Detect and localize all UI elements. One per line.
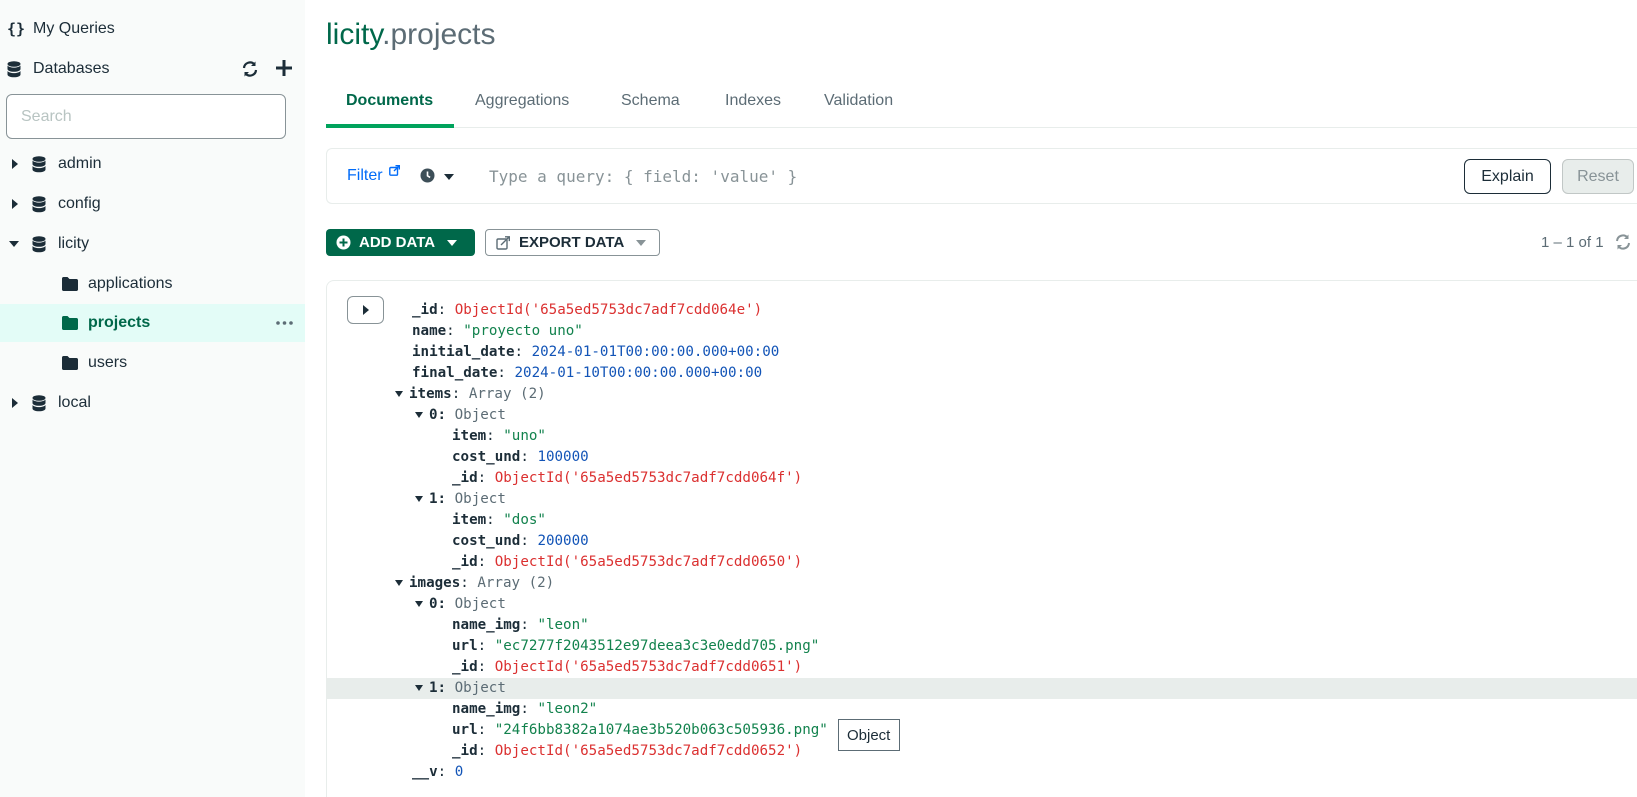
pagination-count: 1 – 1 of 1 [1541, 234, 1604, 251]
items-0-item: item: "uno" [452, 428, 546, 444]
sidebar-item-admin[interactable]: admin [0, 145, 305, 183]
items-1-id: _id: ObjectId('65a5ed5753dc7adf7cdd0650'… [452, 554, 803, 570]
images-0[interactable]: 0: Object [415, 594, 506, 615]
add-data-button[interactable]: ADD DATA [326, 229, 475, 256]
caret-right-icon[interactable] [12, 199, 18, 209]
field-images[interactable]: images: Array (2) [395, 573, 554, 594]
export-data-button[interactable]: EXPORT DATA [485, 229, 660, 256]
images-0-url: url: "ec7277f2043512e97deea3c3e0edd705.p… [452, 638, 820, 654]
caret-down-icon [395, 580, 403, 586]
items-0-cost: cost_und: 100000 [452, 449, 589, 465]
sidebar-my-queries[interactable]: {} My Queries [0, 10, 305, 48]
title-collection: projects [390, 18, 496, 51]
sidebar-databases[interactable]: Databases [0, 50, 305, 88]
plus-icon[interactable] [275, 59, 293, 77]
sidebar-item-users[interactable]: users [0, 344, 305, 382]
sidebar-item-projects[interactable]: projects [0, 304, 305, 342]
caret-down-icon [415, 412, 423, 418]
sidebar-item-local[interactable]: local [0, 384, 305, 422]
tab-indexes[interactable]: Indexes [725, 80, 781, 128]
sidebar-item-label: admin [58, 155, 102, 172]
images-1[interactable]: 1: Object [327, 678, 1637, 699]
caret-down-icon[interactable] [9, 241, 19, 247]
export-data-label: EXPORT DATA [519, 234, 625, 251]
sidebar-item-label: licity [58, 235, 90, 252]
filter-bar: Filter Explain Reset [326, 148, 1637, 204]
tab-bar: Documents Aggregations Schema Indexes Va… [326, 80, 1637, 128]
sidebar-item-config[interactable]: config [0, 185, 305, 223]
items-0[interactable]: 0: Object [415, 405, 506, 426]
braces-icon: {} [7, 20, 26, 38]
query-input[interactable] [489, 159, 1389, 193]
sidebar-item-label: projects [88, 314, 151, 331]
page-title: licity.projects [326, 18, 496, 52]
database-icon [32, 395, 46, 412]
type-tooltip: Object [838, 719, 900, 751]
database-icon [32, 196, 46, 213]
refresh-icon[interactable] [1614, 233, 1632, 256]
title-db: licity [326, 18, 383, 51]
ellipsis-icon[interactable] [276, 321, 293, 325]
explain-button[interactable]: Explain [1464, 159, 1551, 194]
sidebar-item-label: local [58, 394, 91, 411]
caret-down-icon [415, 685, 423, 691]
plus-circle-icon [336, 235, 351, 250]
field-id: _id: ObjectId('65a5ed5753dc7adf7cdd064e'… [412, 302, 763, 318]
caret-right-icon[interactable] [12, 398, 18, 408]
add-data-label: ADD DATA [359, 234, 436, 251]
filter-link[interactable]: Filter [347, 167, 383, 185]
sidebar: {} My Queries Databases admin config [0, 0, 305, 797]
refresh-icon[interactable] [241, 60, 259, 78]
images-0-id: _id: ObjectId('65a5ed5753dc7adf7cdd0651'… [452, 659, 803, 675]
sidebar-item-label: users [88, 354, 128, 371]
caret-down-icon [415, 601, 423, 607]
tab-schema[interactable]: Schema [621, 80, 680, 128]
chevron-down-icon [636, 239, 647, 246]
items-1[interactable]: 1: Object [415, 489, 506, 510]
tab-validation[interactable]: Validation [824, 80, 893, 128]
caret-right-icon [362, 305, 369, 315]
database-icon [7, 61, 21, 78]
reset-button[interactable]: Reset [1562, 159, 1634, 194]
tab-aggregations[interactable]: Aggregations [475, 80, 569, 128]
sidebar-item-label: applications [88, 275, 173, 292]
images-0-name: name_img: "leon" [452, 617, 589, 633]
database-icon [32, 156, 46, 173]
items-1-item: item: "dos" [452, 512, 546, 528]
databases-label: Databases [33, 60, 110, 77]
caret-right-icon[interactable] [12, 159, 18, 169]
items-1-cost: cost_und: 200000 [452, 533, 589, 549]
items-0-id: _id: ObjectId('65a5ed5753dc7adf7cdd064f'… [452, 470, 803, 486]
field-v: __v: 0 [412, 764, 464, 780]
folder-icon [62, 316, 78, 330]
field-final-date: final_date: 2024-01-10T00:00:00.000+00:0… [412, 365, 763, 381]
field-initial-date: initial_date: 2024-01-01T00:00:00.000+00… [412, 344, 780, 360]
sidebar-item-label: config [58, 195, 101, 212]
my-queries-label: My Queries [33, 20, 115, 37]
expand-document-button[interactable] [347, 296, 384, 324]
external-link-icon [389, 163, 400, 181]
folder-icon [62, 356, 78, 370]
images-1-id: _id: ObjectId('65a5ed5753dc7adf7cdd0652'… [452, 743, 803, 759]
search-input[interactable] [6, 94, 286, 139]
caret-down-icon [395, 391, 403, 397]
clock-icon[interactable] [420, 168, 435, 188]
chevron-down-icon[interactable] [444, 174, 454, 180]
caret-down-icon [415, 496, 423, 502]
folder-icon [62, 277, 78, 291]
tab-documents[interactable]: Documents [326, 80, 454, 128]
chevron-down-icon [447, 239, 458, 246]
images-1-url: url: "24f6bb8382a1074ae3b520b063c505936.… [452, 722, 828, 738]
field-items[interactable]: items: Array (2) [395, 384, 546, 405]
sidebar-item-applications[interactable]: applications [0, 265, 305, 303]
field-name: name: "proyecto uno" [412, 323, 583, 339]
export-icon [496, 235, 511, 250]
images-1-name: name_img: "leon2" [452, 701, 598, 717]
sidebar-item-licity[interactable]: licity [0, 225, 305, 263]
database-icon [32, 236, 46, 253]
